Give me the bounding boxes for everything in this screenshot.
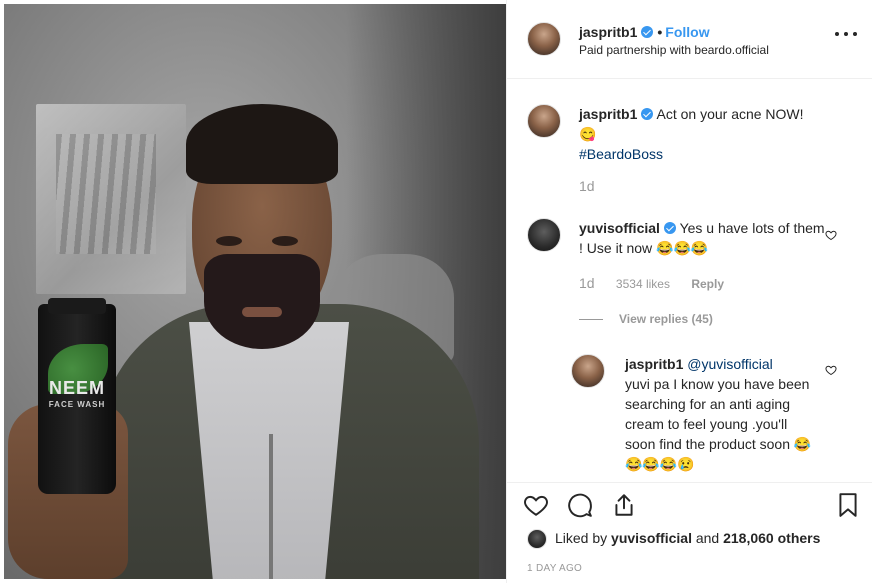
liker-avatar[interactable] <box>527 529 547 549</box>
liked-by-line: Liked by yuvisofficial and 218,060 other… <box>555 530 820 546</box>
caption-avatar[interactable] <box>527 104 561 138</box>
follow-button[interactable]: Follow <box>665 24 709 40</box>
comment-likes-count[interactable]: 3534 likes <box>616 277 670 291</box>
reply-avatar[interactable] <box>571 354 605 388</box>
heart-icon[interactable] <box>523 492 549 518</box>
liked-by-count[interactable]: 218,060 others <box>723 530 820 546</box>
liked-by-prefix: Liked by <box>555 530 608 546</box>
more-options-icon[interactable] <box>835 30 857 38</box>
caption-username[interactable]: jaspritb1 <box>579 106 637 122</box>
actions-divider <box>507 482 872 483</box>
caption-emoji: 😋 <box>579 126 597 142</box>
post-header-line: jaspritb1 • Follow <box>579 24 710 40</box>
caption: jaspritb1 Act on your acne NOW! 😋 #Beard… <box>579 104 839 194</box>
verified-badge-icon <box>641 108 654 120</box>
paid-partnership-label[interactable]: Paid partnership with beardo.official <box>579 43 769 57</box>
comment-meta: 1d 3534 likes Reply <box>579 275 742 291</box>
instagram-post-frame: NEEM FACE WASH jaspritb1 • Follow Paid par… <box>0 0 875 583</box>
caption-text: Act on your acne NOW! <box>656 106 804 122</box>
caption-hashtag[interactable]: #BeardoBoss <box>579 144 839 164</box>
comment-like-heart-icon[interactable] <box>825 229 837 241</box>
verified-badge-icon <box>663 222 676 234</box>
caption-time: 1d <box>579 178 595 194</box>
reply-username[interactable]: jaspritb1 <box>625 356 683 372</box>
post-timestamp: 1 DAY AGO <box>527 563 583 574</box>
reply-text: yuvi pa I know you have been searching f… <box>625 376 812 472</box>
post-side-panel: jaspritb1 • Follow Paid partnership with b… <box>506 0 872 583</box>
reply: jaspritb1 @yuvisofficial yuvi pa I know … <box>625 354 815 474</box>
verified-badge-icon <box>641 26 654 38</box>
comment-time: 1d <box>579 275 595 291</box>
author-avatar[interactable] <box>527 22 561 56</box>
liked-by-user[interactable]: yuvisofficial <box>611 530 692 546</box>
comment: yuvisofficial Yes u have lots of them ! … <box>579 218 827 258</box>
product-name: NEEM <box>48 378 105 398</box>
comment-username[interactable]: yuvisofficial <box>579 220 660 236</box>
bookmark-icon[interactable] <box>835 492 861 518</box>
reply-mention[interactable]: @yuvisofficial <box>687 356 773 372</box>
product-tube: NEEM FACE WASH <box>38 298 116 494</box>
product-type: FACE WASH <box>48 400 106 409</box>
reply-button[interactable]: Reply <box>691 277 724 291</box>
header-divider <box>507 78 872 79</box>
separator-dot: • <box>657 24 663 40</box>
share-icon[interactable] <box>611 492 637 518</box>
post-photo[interactable]: NEEM FACE WASH <box>4 4 506 579</box>
commenter-avatar[interactable] <box>527 218 561 252</box>
author-username[interactable]: jaspritb1 <box>579 24 637 40</box>
view-replies-button[interactable]: View replies (45) <box>579 312 713 326</box>
action-bar <box>523 492 863 522</box>
liked-by-and: and <box>695 530 720 546</box>
reply-like-heart-icon[interactable] <box>825 364 837 376</box>
comment-icon[interactable] <box>567 492 593 518</box>
